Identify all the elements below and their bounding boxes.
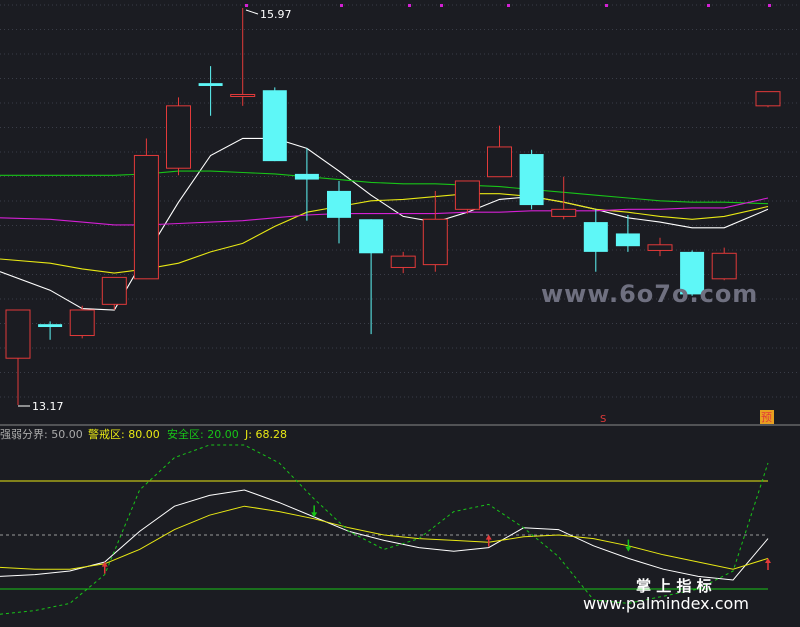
candle-body-down [519,154,544,206]
candle [262,87,287,162]
candle-body-down [198,83,223,86]
legend-j-value: J: 68.28 [244,428,287,441]
top-marker-dot [605,4,608,7]
legend-warning-zone: 警戒区: 80.00 [88,427,160,441]
top-marker-dot [340,4,343,7]
candle-body-down [359,219,384,254]
candle-body-up [711,252,737,280]
candle-body-down [615,233,640,247]
legend-safe-zone: 安全区: 20.00 [167,427,239,441]
candle-body-down [583,222,608,252]
candle [69,305,95,339]
candle [519,149,544,210]
candle [454,180,480,214]
top-marker-dot [245,4,248,7]
top-marker-dot [768,4,771,7]
top-marker-dot [507,4,510,7]
candle-body-up [101,276,127,305]
candle-body-up [230,93,256,97]
candle-body-down [262,90,287,162]
stock-chart: 15.97 13.17 S 预 www.6o7o.com 强弱分界: 50.00… [0,0,800,627]
candle-body-up [551,208,577,217]
high-price-label: 15.97 [260,8,292,21]
candle-body-up [5,309,31,359]
low-price-label: 13.17 [32,400,64,413]
top-marker-dot [707,4,710,7]
candle-body-up [755,91,781,107]
candle-body-up [422,218,448,266]
legend-strength-boundary: 强弱分界: 50.00 [0,428,83,441]
sell-signal-marker: S [600,414,606,425]
candle [166,97,191,176]
candle-body-up [487,146,512,178]
brand-name: 掌 上 指 标 [636,577,712,595]
chart-background [0,0,800,627]
candle-body-up [69,309,95,337]
candle-body-up [390,255,416,268]
candle [755,91,781,108]
candle-body-down [327,190,351,218]
brand-url: www.palmindex.com [583,594,749,613]
candle-body-down [294,173,319,180]
candle-body-up [133,154,159,280]
top-marker-dot [408,4,411,7]
forecast-marker: 预 [761,411,772,424]
candle [133,138,159,280]
candle-body-up [166,105,191,169]
candle-body-up [454,180,480,210]
candle-body-up [647,244,673,251]
candle-body-down [38,324,63,328]
watermark-6o7o: www.6o7o.com [541,280,758,308]
top-marker-dot [440,4,443,7]
